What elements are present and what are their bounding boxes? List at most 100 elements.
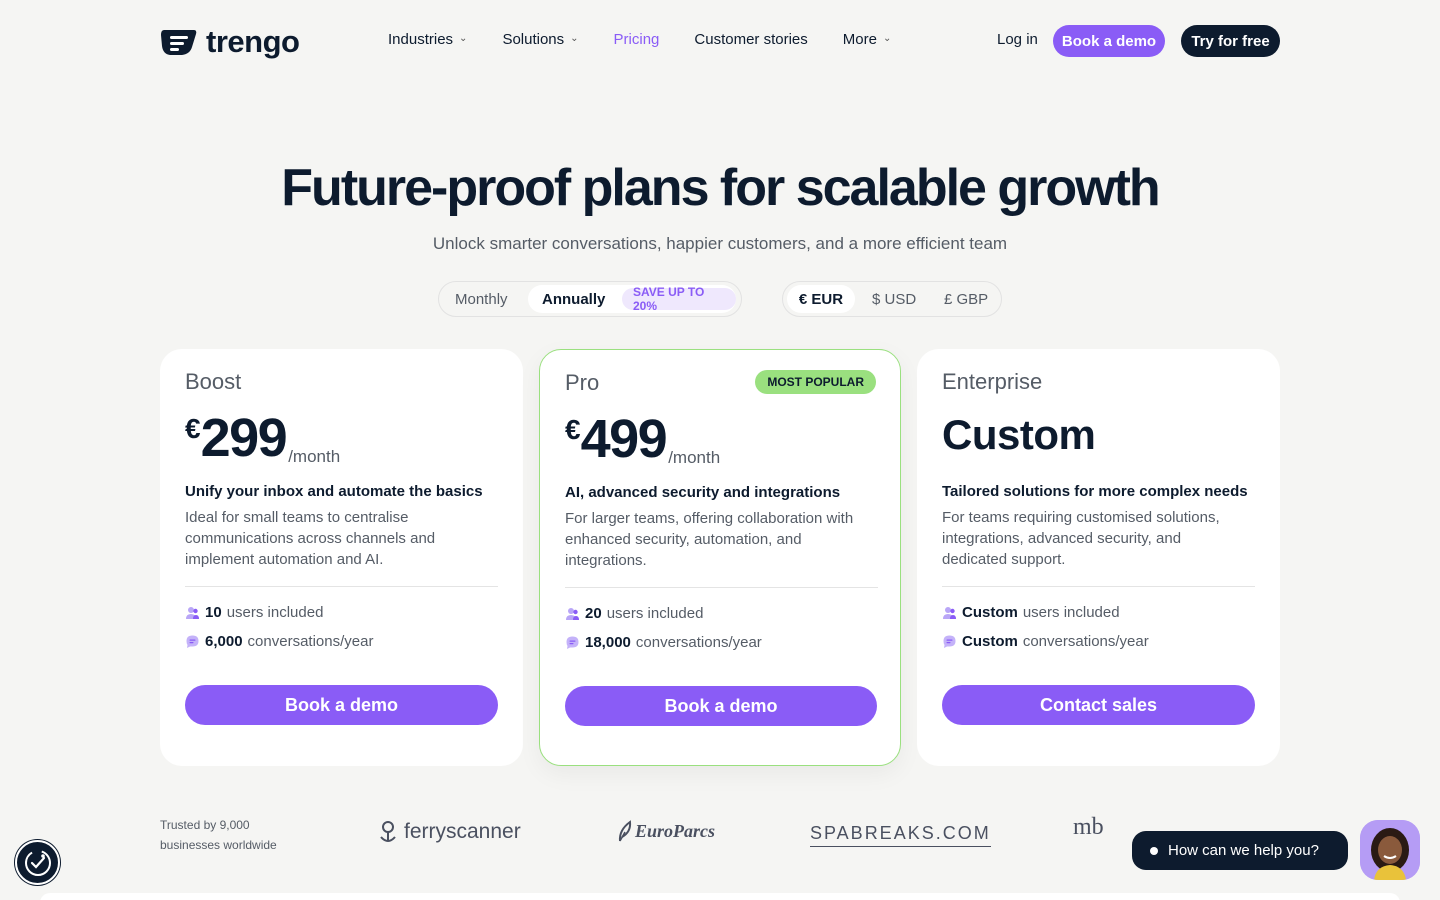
accessibility-icon: [24, 849, 51, 876]
nav-item-label: Industries: [388, 31, 454, 48]
plan-cta-button[interactable]: Book a demo: [565, 686, 877, 726]
conversations-label: conversations/year: [247, 633, 374, 650]
online-dot-icon: [1150, 846, 1158, 855]
plan-description: Ideal for small teams to centralise comm…: [185, 509, 436, 568]
nav-item-label: Customer stories: [694, 31, 808, 48]
main-nav: Industries ⌄ Solutions ⌄ Pricing Custome…: [388, 31, 926, 48]
price-period: /month: [288, 447, 341, 466]
europarcs-logo: EuroParcs: [617, 820, 715, 842]
users-label: users included: [606, 605, 704, 622]
users-label: users included: [226, 604, 324, 621]
conversations-value: 18,000: [585, 634, 631, 651]
divider: [185, 586, 498, 587]
feature-users: Custom users included: [942, 604, 1120, 621]
conversations-label: conversations/year: [635, 634, 762, 651]
nav-item-solutions[interactable]: Solutions ⌄: [502, 31, 578, 48]
billing-period-toggle: Monthly Annually SAVE UP TO 20%: [438, 281, 742, 317]
plan-cta-button[interactable]: Book a demo: [185, 685, 498, 725]
conversations-value: Custom: [962, 633, 1018, 650]
book-demo-button[interactable]: Book a demo: [1053, 25, 1165, 57]
price-amount: 499: [580, 409, 668, 469]
agent-avatar-icon: [1360, 820, 1420, 880]
billing-option-label: Annually: [542, 291, 606, 308]
users-value: 10: [205, 604, 222, 621]
chevron-down-icon: ⌄: [570, 33, 579, 44]
trusted-line-2: businesses worldwide: [160, 838, 277, 852]
plan-card-pro: Pro MOST POPULAR € 499 /month AI, advanc…: [539, 349, 901, 766]
price-currency-symbol: €: [185, 413, 201, 444]
price-amount: 299: [200, 408, 288, 468]
trengo-logo[interactable]: trengo: [160, 24, 300, 60]
plan-name: Enterprise: [942, 369, 1043, 394]
currency-option-eur[interactable]: € EUR: [787, 285, 855, 313]
login-link[interactable]: Log in: [997, 31, 1038, 48]
accessibility-button[interactable]: [15, 840, 60, 885]
price-currency-symbol: €: [565, 414, 581, 445]
nav-item-pricing[interactable]: Pricing: [614, 31, 660, 48]
chat-bubble-icon: [186, 635, 199, 648]
plan-card-boost: Boost € 299 /month Unify your inbox and …: [160, 349, 523, 766]
currency-toggle: € EUR $ USD £ GBP: [782, 281, 1002, 317]
chat-prompt-bubble[interactable]: How can we help you?: [1132, 831, 1348, 870]
plan-tagline: Unify your inbox and automate the basics: [185, 483, 483, 500]
users-icon: [943, 607, 956, 619]
plan-description: For larger teams, offering collaboration…: [565, 510, 854, 569]
divider: [565, 587, 878, 588]
plan-tagline: AI, advanced security and integrations: [565, 484, 841, 501]
feature-users: 10 users included: [185, 604, 323, 621]
divider: [942, 586, 1255, 587]
leaf-icon: [618, 820, 632, 842]
page-subtitle: Unlock smarter conversations, happier cu…: [432, 234, 1008, 253]
chevron-down-icon: ⌄: [459, 33, 468, 44]
try-free-button[interactable]: Try for free: [1181, 25, 1280, 57]
billing-option-monthly[interactable]: Monthly: [455, 291, 508, 308]
nav-item-label: More: [842, 31, 877, 48]
anchor-pin-icon: [380, 821, 396, 842]
plan-name: Boost: [185, 369, 242, 394]
plan-name: Pro: [565, 370, 600, 395]
trengo-logo-icon: [161, 30, 197, 55]
price-period: /month: [668, 448, 721, 467]
plan-price-custom: Custom: [942, 411, 1096, 458]
currency-option-usd[interactable]: $ USD: [872, 291, 916, 308]
feature-conversations: 18,000 conversations/year: [565, 634, 762, 651]
save-badge: SAVE UP TO 20%: [622, 285, 736, 313]
nav-item-label: Pricing: [613, 31, 660, 48]
users-icon: [186, 607, 199, 619]
users-value: Custom: [962, 604, 1018, 621]
next-section-edge: [40, 893, 1400, 900]
chevron-down-icon: ⌄: [882, 33, 892, 44]
conversations-label: conversations/year: [1022, 633, 1149, 650]
nav-item-more[interactable]: More ⌄: [843, 31, 892, 48]
nav-item-industries[interactable]: Industries ⌄: [388, 31, 467, 48]
plan-price: € 299 /month: [185, 407, 340, 469]
brand-text: EuroParcs: [635, 820, 716, 841]
chat-prompt-text: How can we help you?: [1168, 842, 1319, 859]
nav-item-label: Solutions: [502, 31, 565, 48]
plan-card-enterprise: Enterprise Custom Tailored solutions for…: [917, 349, 1280, 766]
plan-description: For teams requiring customised solutions…: [942, 509, 1220, 568]
nav-item-customer-stories[interactable]: Customer stories: [694, 31, 807, 48]
conversations-value: 6,000: [205, 633, 243, 650]
trusted-by-text: Trusted by 9,000 businesses worldwide: [160, 815, 300, 855]
logo-text: trengo: [206, 24, 300, 59]
plan-cta-button[interactable]: Contact sales: [942, 685, 1255, 725]
trusted-line-1: Trusted by 9,000: [160, 818, 250, 832]
feature-users: 20 users included: [565, 605, 703, 622]
chat-bubble-icon: [566, 636, 579, 649]
users-icon: [566, 608, 579, 620]
feature-conversations: 6,000 conversations/year: [185, 633, 373, 650]
brand-text: ferryscanner: [404, 820, 521, 843]
plan-price: € 499 /month: [565, 408, 720, 470]
chat-bubble-icon: [943, 635, 956, 648]
users-label: users included: [1022, 604, 1120, 621]
users-value: 20: [585, 605, 602, 622]
billing-option-annually[interactable]: Annually SAVE UP TO 20%: [528, 285, 736, 313]
most-popular-badge: MOST POPULAR: [755, 370, 876, 394]
ferryscanner-logo: ferryscanner: [378, 820, 521, 844]
page-title: Future-proof plans for scalable growth: [281, 159, 1160, 217]
feature-conversations: Custom conversations/year: [942, 633, 1149, 650]
site-header: trengo Industries ⌄ Solutions ⌄ Pricing …: [0, 0, 1440, 82]
chat-agent-avatar[interactable]: [1360, 820, 1420, 880]
currency-option-gbp[interactable]: £ GBP: [944, 291, 988, 308]
